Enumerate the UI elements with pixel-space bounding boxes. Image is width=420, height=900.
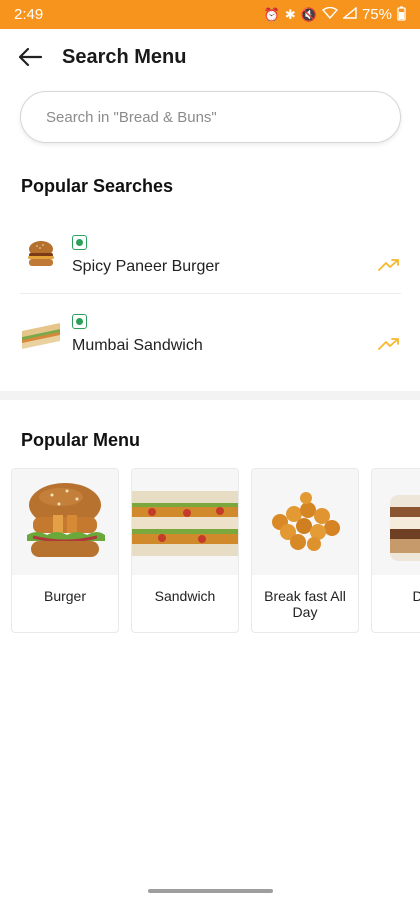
menu-card-label: Sandwich	[154, 588, 216, 604]
dessert-image	[372, 469, 420, 575]
menu-card-burger[interactable]: Burger	[11, 468, 119, 633]
battery-percent: 75%	[361, 6, 392, 23]
status-bar: 2:49 ⏰ ✱ 🔇 75%	[0, 0, 420, 29]
arrow-left-icon	[18, 47, 43, 67]
menu-card-dessert[interactable]: Des	[371, 468, 420, 633]
popular-search-item[interactable]: Mumbai Sandwich	[20, 313, 401, 355]
burger-image	[12, 469, 118, 575]
bluetooth-icon: ✱	[284, 6, 296, 22]
divider	[20, 293, 401, 294]
popular-menu-carousel[interactable]: Burger Sandwich Break fast All Day	[11, 468, 420, 633]
wifi-icon	[321, 6, 339, 22]
breakfast-image	[252, 469, 358, 575]
menu-card-label: Des	[372, 575, 420, 632]
search-input[interactable]	[20, 91, 401, 143]
popular-searches-title: Popular Searches	[21, 176, 174, 196]
status-time: 2:49	[14, 6, 44, 23]
page-title: Search Menu	[62, 45, 187, 68]
app-header: Search Menu	[0, 29, 420, 85]
popular-menu-title: Popular Menu	[21, 430, 141, 450]
menu-card-breakfast[interactable]: Break fast All Day	[251, 468, 359, 633]
menu-card-label: Burger	[43, 588, 87, 604]
trending-up-icon	[378, 338, 399, 350]
status-icons: ⏰ ✱ 🔇 75%	[264, 6, 406, 24]
menu-card-sandwich[interactable]: Sandwich	[131, 468, 239, 633]
popular-search-name: Spicy Paneer Burger	[72, 257, 220, 275]
veg-icon	[72, 313, 87, 329]
sandwich-image	[132, 469, 238, 575]
back-button[interactable]	[0, 29, 60, 85]
veg-icon	[72, 234, 87, 250]
signal-icon	[342, 6, 357, 22]
menu-card-label: Break fast All Day	[264, 588, 346, 620]
trending-up-icon	[378, 259, 399, 271]
popular-search-item[interactable]: Spicy Paneer Burger	[20, 234, 401, 276]
popular-search-name: Mumbai Sandwich	[72, 336, 203, 354]
alarm-icon: ⏰	[263, 6, 280, 22]
mute-icon: 🔇	[300, 6, 317, 22]
section-divider	[0, 391, 420, 400]
burger-thumbnail	[20, 234, 62, 276]
sandwich-thumbnail	[20, 313, 62, 355]
battery-icon	[397, 6, 406, 24]
home-indicator[interactable]	[148, 889, 273, 893]
